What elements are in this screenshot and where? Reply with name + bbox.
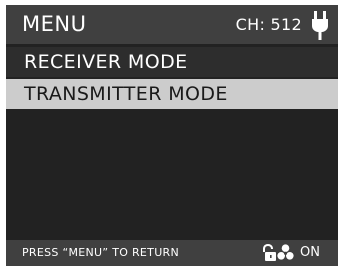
page-title: MENU bbox=[22, 12, 87, 36]
plug-icon bbox=[312, 11, 328, 40]
menu-list: RECEIVER MODE TRANSMITTER MODE bbox=[6, 47, 338, 111]
menu-item-label: RECEIVER MODE bbox=[24, 51, 188, 73]
unlock-icon bbox=[263, 244, 276, 261]
footer-bar: PRESS “MENU” TO RETURN ON bbox=[6, 240, 338, 266]
channel-readout: CH: 512 bbox=[235, 15, 302, 34]
menu-item-receiver-mode[interactable]: RECEIVER MODE bbox=[6, 47, 338, 77]
fan-state: ON bbox=[300, 245, 320, 260]
menu-item-transmitter-mode[interactable]: TRANSMITTER MODE bbox=[6, 79, 338, 109]
menu-item-label: TRANSMITTER MODE bbox=[24, 83, 228, 105]
fan-icon bbox=[277, 244, 294, 260]
device-screen: MENU CH: 512 RECEIVER MODE TRANSMITTER M… bbox=[6, 5, 338, 266]
return-hint: PRESS “MENU” TO RETURN bbox=[22, 246, 180, 259]
header-bar: MENU CH: 512 bbox=[6, 5, 338, 44]
